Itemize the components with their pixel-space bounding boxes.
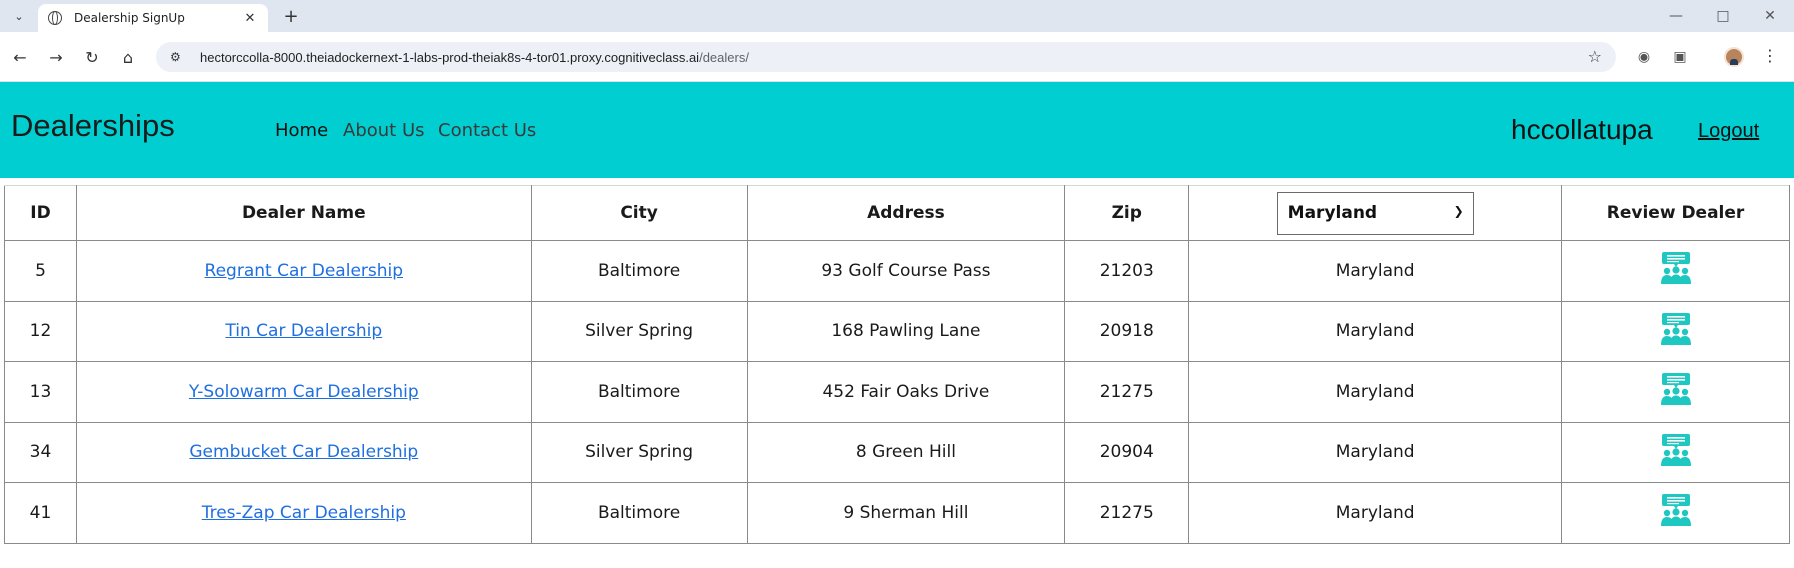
new-tab-icon[interactable]: + bbox=[280, 5, 302, 27]
review-dealer-icon[interactable] bbox=[1659, 372, 1693, 406]
column-header-id: ID bbox=[4, 185, 77, 241]
dealer-link[interactable]: Tin Car Dealership bbox=[225, 321, 382, 341]
cell-zip: 20904 bbox=[1064, 421, 1190, 483]
cell-address: 452 Fair Oaks Drive bbox=[746, 361, 1066, 423]
browser-tab-bar: ⌄ Dealership SignUp ✕ + — □ ✕ bbox=[0, 0, 1794, 32]
minimize-icon[interactable]: — bbox=[1656, 4, 1696, 28]
username: hccollatupa bbox=[1511, 114, 1653, 145]
address-bar[interactable]: ⚙ hectorccolla-8000.theiadockernext-1-la… bbox=[156, 42, 1616, 72]
camera-icon[interactable]: ◉ bbox=[1633, 46, 1655, 68]
site-settings-icon[interactable]: ⚙ bbox=[170, 50, 186, 64]
site-header: Dealerships Home About Us Contact Us hcc… bbox=[0, 82, 1794, 178]
nav-contact-us[interactable]: Contact Us bbox=[438, 120, 536, 141]
tab-close-icon[interactable]: ✕ bbox=[242, 11, 258, 26]
dealers-table: ID Dealer Name City Address Zip Maryland… bbox=[4, 185, 1790, 544]
cell-zip: 21275 bbox=[1064, 361, 1190, 423]
logout-link[interactable]: Logout bbox=[1698, 120, 1759, 143]
back-icon[interactable]: ← bbox=[9, 46, 31, 68]
cell-id: 13 bbox=[4, 361, 77, 423]
dealer-link[interactable]: Regrant Car Dealership bbox=[205, 261, 404, 281]
cell-state: Maryland bbox=[1188, 421, 1563, 483]
column-header-address: Address bbox=[746, 185, 1066, 241]
cell-city: Silver Spring bbox=[530, 421, 748, 483]
brand-title[interactable]: Dealerships bbox=[11, 108, 175, 144]
cell-id: 34 bbox=[4, 421, 77, 483]
review-dealer-icon[interactable] bbox=[1659, 251, 1693, 285]
url-host: hectorccolla-8000.theiadockernext-1-labs… bbox=[200, 49, 700, 65]
cell-dealer-name: Gembucket Car Dealership bbox=[75, 421, 532, 483]
cell-review-dealer bbox=[1561, 482, 1790, 544]
cell-zip: 21275 bbox=[1064, 482, 1190, 544]
forward-icon[interactable]: → bbox=[45, 46, 67, 68]
cell-state: Maryland bbox=[1188, 361, 1563, 423]
dealer-link[interactable]: Tres-Zap Car Dealership bbox=[202, 503, 406, 523]
cell-dealer-name: Tres-Zap Car Dealership bbox=[75, 482, 532, 544]
url-text: hectorccolla-8000.theiadockernext-1-labs… bbox=[200, 50, 749, 65]
browser-menu-icon[interactable]: ⋮ bbox=[1762, 46, 1778, 65]
table-row: 13 Y-Solowarm Car Dealership Baltimore 452 … bbox=[4, 361, 1790, 423]
cell-city: Baltimore bbox=[530, 482, 748, 544]
cell-zip: 20918 bbox=[1064, 300, 1190, 362]
nav-about-us[interactable]: About Us bbox=[343, 120, 425, 141]
cell-address: 9 Sherman Hill bbox=[746, 482, 1066, 544]
cell-state: Maryland bbox=[1188, 240, 1563, 302]
maximize-icon[interactable]: □ bbox=[1703, 4, 1743, 28]
dealer-link[interactable]: Gembucket Car Dealership bbox=[189, 442, 418, 462]
column-header-state: Maryland ❯ bbox=[1188, 185, 1563, 241]
column-header-city: City bbox=[530, 185, 748, 241]
extensions-icon[interactable]: ▣ bbox=[1669, 46, 1691, 68]
column-header-zip: Zip bbox=[1064, 185, 1190, 241]
home-icon[interactable]: ⌂ bbox=[117, 46, 139, 68]
cell-review-dealer bbox=[1561, 240, 1790, 302]
url-path: /dealers/ bbox=[699, 49, 749, 65]
review-dealer-icon[interactable] bbox=[1659, 312, 1693, 346]
cell-state: Maryland bbox=[1188, 300, 1563, 362]
cell-state: Maryland bbox=[1188, 482, 1563, 544]
cell-zip: 21203 bbox=[1064, 240, 1190, 302]
cell-review-dealer bbox=[1561, 361, 1790, 423]
bookmark-star-icon[interactable]: ☆ bbox=[1588, 47, 1602, 66]
table-row: 34 Gembucket Car Dealership Silver Spring 8… bbox=[4, 421, 1790, 483]
profile-avatar[interactable] bbox=[1724, 47, 1744, 67]
tab-search-menu-icon[interactable]: ⌄ bbox=[8, 6, 30, 26]
browser-toolbar: ← → ↻ ⌂ ⚙ hectorccolla-8000.theiadockern… bbox=[0, 32, 1794, 82]
cell-address: 8 Green Hill bbox=[746, 421, 1066, 483]
column-header-review-dealer: Review Dealer bbox=[1561, 185, 1790, 241]
cell-id: 12 bbox=[4, 300, 77, 362]
cell-review-dealer bbox=[1561, 421, 1790, 483]
cell-address: 93 Golf Course Pass bbox=[746, 240, 1066, 302]
browser-tab[interactable]: Dealership SignUp ✕ bbox=[38, 4, 268, 32]
cell-review-dealer bbox=[1561, 300, 1790, 362]
column-header-dealer-name: Dealer Name bbox=[75, 185, 532, 241]
tab-title: Dealership SignUp bbox=[74, 11, 185, 25]
table-row: 41 Tres-Zap Car Dealership Baltimore 9 Sher… bbox=[4, 482, 1790, 544]
table-row: 5 Regrant Car Dealership Baltimore 93 Golf … bbox=[4, 240, 1790, 302]
cell-city: Silver Spring bbox=[530, 300, 748, 362]
reload-icon[interactable]: ↻ bbox=[81, 46, 103, 68]
window-close-icon[interactable]: ✕ bbox=[1750, 4, 1790, 28]
nav-home[interactable]: Home bbox=[275, 120, 328, 141]
review-dealer-icon[interactable] bbox=[1659, 493, 1693, 527]
site-globe-icon bbox=[48, 11, 62, 25]
review-dealer-icon[interactable] bbox=[1659, 433, 1693, 467]
table-header-row: ID Dealer Name City Address Zip Maryland… bbox=[4, 185, 1790, 241]
cell-address: 168 Pawling Lane bbox=[746, 300, 1066, 362]
state-select-wrapper: Maryland ❯ bbox=[1276, 191, 1474, 235]
state-filter-value: Maryland bbox=[1287, 203, 1378, 223]
cell-dealer-name: Regrant Car Dealership bbox=[75, 240, 532, 302]
cell-city: Baltimore bbox=[530, 240, 748, 302]
cell-city: Baltimore bbox=[530, 361, 748, 423]
cell-id: 5 bbox=[4, 240, 77, 302]
cell-id: 41 bbox=[4, 482, 77, 544]
cell-dealer-name: Tin Car Dealership bbox=[75, 300, 532, 362]
dealer-link[interactable]: Y-Solowarm Car Dealership bbox=[189, 382, 419, 402]
state-filter-select[interactable]: Maryland bbox=[1276, 191, 1474, 235]
cell-dealer-name: Y-Solowarm Car Dealership bbox=[75, 361, 532, 423]
table-row: 12 Tin Car Dealership Silver Spring 168 Paw… bbox=[4, 300, 1790, 362]
